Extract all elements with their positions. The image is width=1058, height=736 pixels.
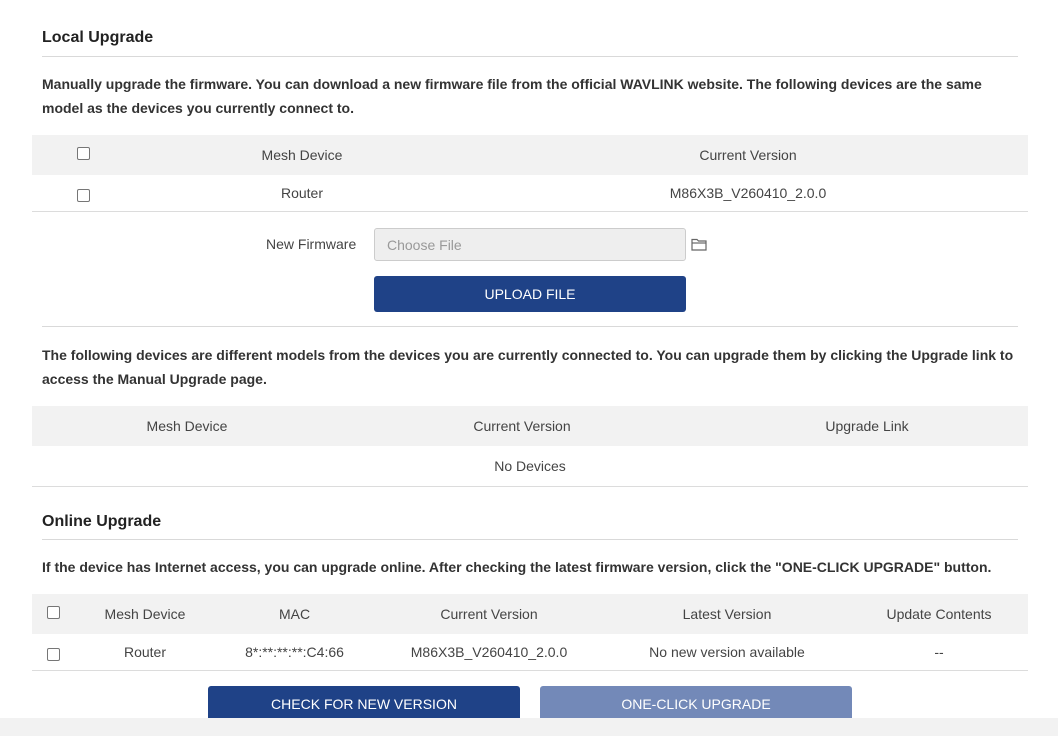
row-current-version: M86X3B_V260410_2.0.0 [410, 644, 568, 660]
header-mesh-device: Mesh Device [146, 418, 228, 434]
header-mac: MAC [278, 606, 311, 622]
table-row: Router 8*:**:**:**:C4:66 M86X3B_V260410_… [32, 634, 1028, 671]
header-current-version: Current Version [440, 606, 538, 622]
online-upgrade-description: If the device has Internet access, you c… [42, 559, 992, 575]
upload-file-button[interactable]: UPLOAD FILE [374, 276, 686, 312]
divider [42, 326, 1018, 327]
select-all-checkbox[interactable] [77, 147, 90, 160]
row-device: Router [280, 185, 324, 201]
online-table-header: Mesh Device MAC Current Version Latest V… [32, 594, 1028, 634]
row-checkbox[interactable] [77, 189, 90, 202]
header-mesh-device: Mesh Device [104, 606, 186, 622]
new-firmware-label: New Firmware [266, 236, 357, 252]
select-all-checkbox[interactable] [47, 606, 60, 619]
check-new-version-button[interactable]: CHECK FOR NEW VERSION [208, 686, 520, 722]
upgrade-page: Local Upgrade Manually upgrade the firmw… [0, 0, 1058, 722]
row-update-contents: -- [934, 644, 944, 660]
header-current-version: Current Version [473, 418, 571, 434]
local-upgrade-description: Manually upgrade the firmware. You can d… [42, 76, 982, 116]
row-latest-version: No new version available [649, 644, 805, 660]
local-upgrade-title: Local Upgrade [42, 29, 154, 46]
row-checkbox[interactable] [47, 648, 60, 661]
header-update-contents: Update Contents [886, 606, 992, 622]
folder-icon[interactable] [691, 237, 707, 251]
bottom-band [0, 718, 1058, 736]
header-mesh-device: Mesh Device [261, 147, 343, 163]
row-mac: 8*:**:**:**:C4:66 [245, 644, 344, 660]
header-current-version: Current Version [699, 147, 797, 163]
header-latest-version: Latest Version [682, 606, 772, 622]
row-version: M86X3B_V260410_2.0.0 [669, 185, 827, 201]
different-models-description: The following devices are different mode… [42, 347, 1014, 387]
online-upgrade-title: Online Upgrade [42, 513, 162, 530]
local-table-header: Mesh Device Current Version [32, 135, 1028, 175]
table-row: Router M86X3B_V260410_2.0.0 [32, 175, 1028, 212]
row-device: Router [123, 644, 167, 660]
firmware-file-input[interactable]: Choose File [374, 228, 686, 261]
different-table-header: Mesh Device Current Version Upgrade Link [32, 406, 1028, 446]
divider [42, 56, 1018, 57]
header-upgrade-link: Upgrade Link [825, 418, 909, 434]
divider [42, 539, 1018, 540]
empty-row: No Devices [32, 446, 1028, 487]
one-click-upgrade-button[interactable]: ONE-CLICK UPGRADE [540, 686, 852, 722]
no-devices-text: No Devices [494, 458, 566, 474]
